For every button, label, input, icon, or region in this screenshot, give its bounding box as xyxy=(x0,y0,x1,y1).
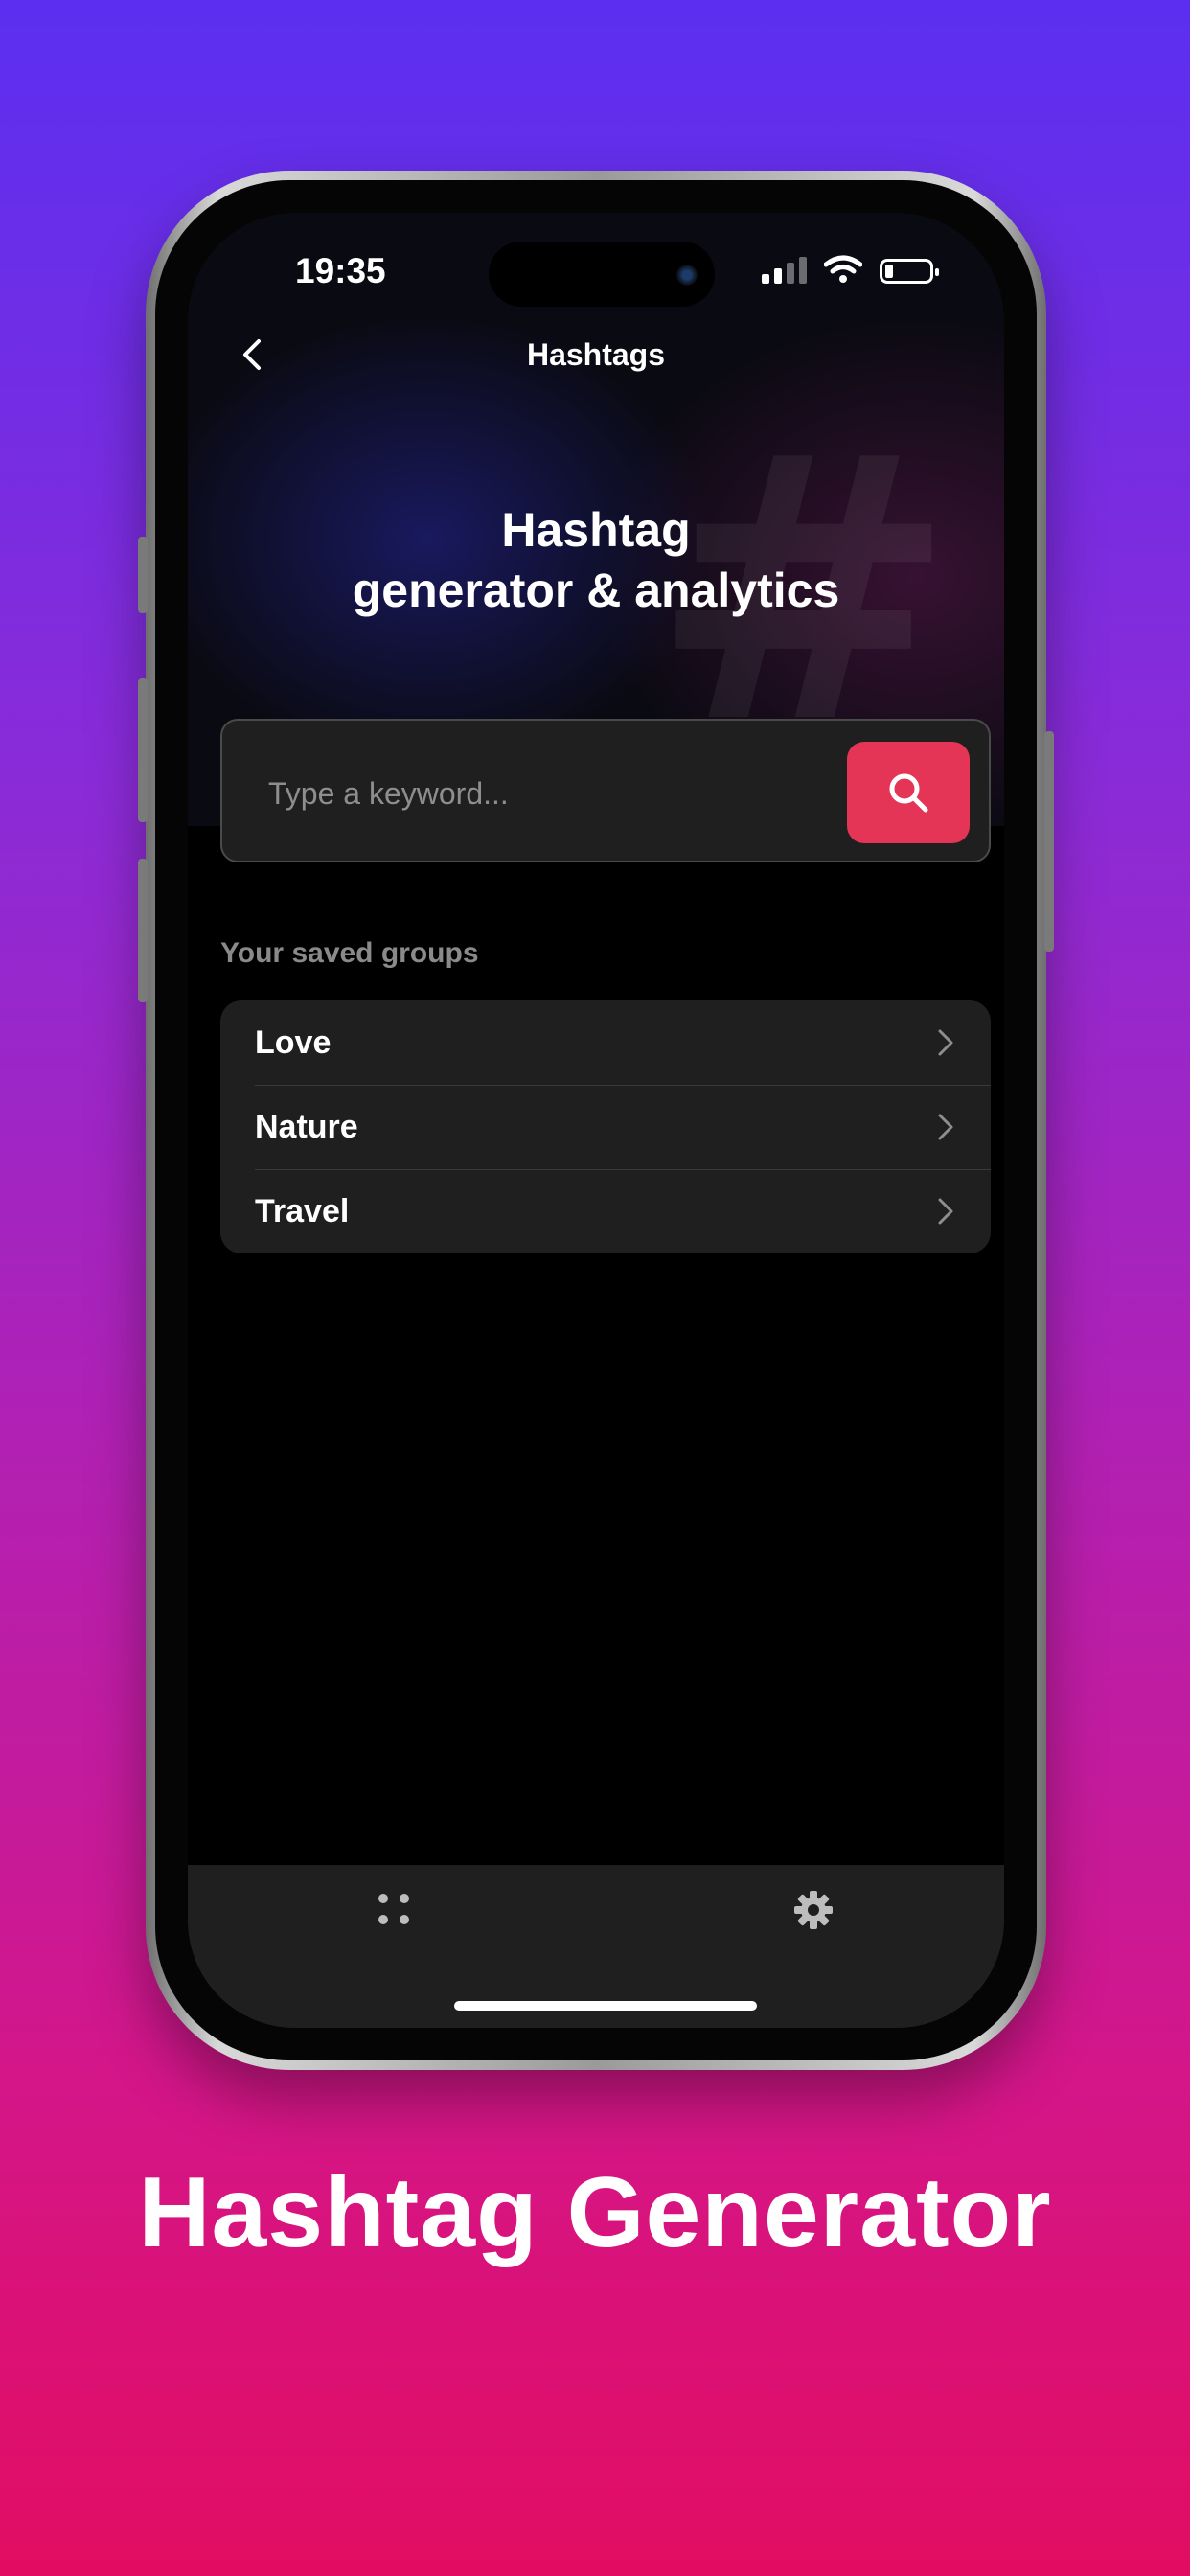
gear-icon[interactable] xyxy=(793,1890,834,1930)
app-screen: # 19:35 Hashtags Hashtag generator & ana… xyxy=(188,213,1004,2028)
saved-groups-list: Love Nature Travel xyxy=(220,1000,991,1254)
battery-icon xyxy=(880,259,939,284)
search-box xyxy=(220,719,991,862)
cellular-signal-icon xyxy=(762,255,807,284)
status-time: 19:35 xyxy=(295,251,386,290)
group-row-love[interactable]: Love xyxy=(220,1000,991,1085)
promo-caption: Hashtag Generator xyxy=(138,2157,1052,2268)
grid-icon[interactable] xyxy=(375,1890,413,1928)
wifi-icon xyxy=(824,255,862,283)
side-button-power xyxy=(1044,731,1054,952)
saved-groups-label: Your saved groups xyxy=(220,937,479,969)
nav-title: Hashtags xyxy=(526,337,666,372)
headline-line-2: generator & analytics xyxy=(352,564,840,617)
group-row-nature[interactable]: Nature xyxy=(220,1085,991,1169)
side-button-silent xyxy=(138,537,148,613)
page-headline: Hashtag generator & analytics xyxy=(188,500,1004,621)
group-label: Travel xyxy=(255,1192,350,1230)
side-button-volume-down xyxy=(138,859,148,1002)
chevron-right-icon xyxy=(938,1114,953,1140)
phone-bezel: # 19:35 Hashtags Hashtag generator & ana… xyxy=(155,180,1037,2060)
chevron-right-icon xyxy=(938,1198,953,1225)
chevron-right-icon xyxy=(938,1029,953,1056)
tab-bar xyxy=(188,1865,1004,2028)
home-indicator[interactable] xyxy=(454,2001,757,2011)
side-button-volume-up xyxy=(138,678,148,822)
search-icon xyxy=(889,773,928,813)
camera-icon xyxy=(676,264,698,286)
group-label: Love xyxy=(255,1024,332,1061)
dynamic-island xyxy=(489,242,715,307)
group-label: Nature xyxy=(255,1108,358,1145)
status-icons xyxy=(762,255,939,284)
group-row-travel[interactable]: Travel xyxy=(220,1169,991,1254)
phone-frame: # 19:35 Hashtags Hashtag generator & ana… xyxy=(138,171,1054,2070)
headline-line-1: Hashtag xyxy=(501,503,691,557)
search-button[interactable] xyxy=(847,742,970,843)
keyword-input[interactable] xyxy=(266,759,816,828)
